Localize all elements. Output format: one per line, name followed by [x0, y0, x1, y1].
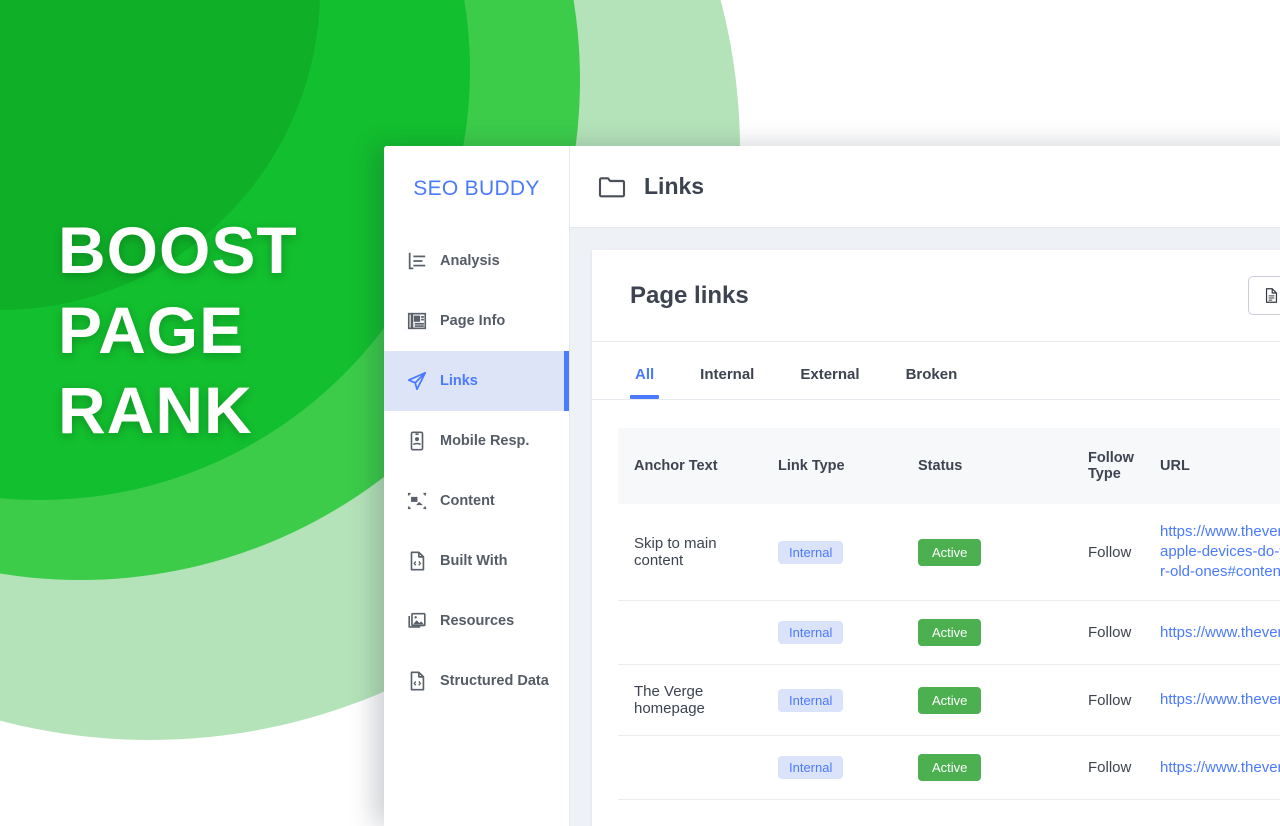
document-icon	[1263, 286, 1280, 305]
table-body: Skip to main content Internal Active Fol…	[618, 504, 1280, 800]
cell-follow-type: Follow	[1078, 600, 1150, 665]
topbar: Links	[570, 146, 1280, 228]
table-header-row: Anchor Text Link Type Status Follow Type…	[618, 428, 1280, 504]
sidebar-item-label: Built With	[440, 552, 508, 569]
table-row[interactable]: Internal Active Follow https://www.theve…	[618, 735, 1280, 800]
cell-link-type: Internal	[768, 504, 908, 601]
brand-logo: SEO BUDDY	[413, 177, 540, 200]
column-header-status[interactable]: Status	[908, 428, 1078, 504]
cell-status: Active	[908, 664, 1078, 736]
column-header-url[interactable]: URL	[1150, 428, 1280, 504]
page-title: Links	[644, 173, 705, 199]
column-header-follow-type[interactable]: Follow Type	[1078, 428, 1150, 504]
status-badge: Active	[918, 538, 982, 566]
cell-link-type: Internal	[768, 735, 908, 800]
mobile-device-icon	[406, 430, 428, 452]
code-file-icon	[406, 670, 428, 692]
cell-anchor-text: The Verge homepage	[618, 664, 768, 736]
cell-status: Active	[908, 735, 1078, 800]
table-row[interactable]: The Verge homepage Internal Active Follo…	[618, 664, 1280, 736]
content-region: Page links Download as CSV All Internal …	[570, 228, 1280, 826]
table-row[interactable]: Internal Active Follow https://www.theve…	[618, 600, 1280, 665]
tab-all[interactable]: All	[612, 342, 677, 399]
cell-follow-type: Follow	[1078, 504, 1150, 601]
link-type-badge: Internal	[778, 621, 844, 644]
resources-images-icon	[406, 610, 428, 632]
code-file-icon	[406, 550, 428, 572]
cell-link-type: Internal	[768, 600, 908, 665]
tab-broken[interactable]: Broken	[883, 342, 981, 399]
column-header-link-type[interactable]: Link Type	[768, 428, 908, 504]
sidebar-item-structured-data[interactable]: Structured Data	[384, 651, 569, 711]
folder-icon	[596, 171, 628, 203]
link-type-badge: Internal	[778, 756, 844, 779]
sidebar-item-label: Content	[440, 492, 495, 509]
sidebar-item-label: Analysis	[440, 252, 500, 269]
sidebar-item-built-with[interactable]: Built With	[384, 531, 569, 591]
sidebar: SEO BUDDY Analysis Page Info Links Mobil…	[384, 146, 570, 826]
table-row[interactable]: Skip to main content Internal Active Fol…	[618, 504, 1280, 601]
sidebar-item-label: Page Info	[440, 312, 506, 329]
promo-headline-line-2: PAGE	[58, 293, 245, 367]
status-badge: Active	[918, 619, 982, 646]
cell-status: Active	[908, 504, 1078, 601]
column-header-anchor-text[interactable]: Anchor Text	[618, 428, 768, 504]
cell-anchor-text: Skip to main content	[618, 504, 768, 601]
status-badge: Active	[918, 754, 982, 781]
cell-url[interactable]: https://www.theverge.com	[1150, 600, 1280, 665]
table-header: Anchor Text Link Type Status Follow Type…	[618, 428, 1280, 504]
content-image-icon	[406, 490, 428, 512]
sidebar-item-page-info[interactable]: Page Info	[384, 291, 569, 351]
links-send-icon	[406, 370, 428, 392]
link-type-badge: Internal	[778, 688, 844, 712]
tab-internal[interactable]: Internal	[677, 342, 777, 399]
sidebar-item-label: Structured Data	[440, 672, 549, 689]
status-badge: Active	[918, 686, 982, 714]
cell-anchor-text	[618, 600, 768, 665]
promo-headline-line-3: RANK	[58, 373, 253, 447]
link-filter-tabs: All Internal External Broken	[592, 342, 1280, 400]
link-type-badge: Internal	[778, 540, 844, 564]
cell-link-type: Internal	[768, 664, 908, 736]
cell-url[interactable]: https://www.theverge.com/youre-buying-ne…	[1150, 504, 1280, 601]
sidebar-item-resources[interactable]: Resources	[384, 591, 569, 651]
page-links-card: Page links Download as CSV All Internal …	[592, 250, 1280, 826]
promo-headline-line-1: BOOST	[58, 213, 298, 287]
sidebar-item-label: Mobile Resp.	[440, 432, 530, 449]
main-area: Links Page links Download as CSV All Int…	[570, 146, 1280, 826]
card-title: Page links	[630, 281, 749, 309]
cell-status: Active	[908, 600, 1078, 665]
app-window: SEO BUDDY Analysis Page Info Links Mobil…	[384, 146, 1280, 826]
cell-follow-type: Follow	[1078, 664, 1150, 736]
sidebar-item-content[interactable]: Content	[384, 471, 569, 531]
cell-follow-type: Follow	[1078, 735, 1150, 800]
sidebar-item-label: Links	[440, 372, 478, 389]
sidebar-item-label: Resources	[440, 612, 515, 629]
sidebar-item-analysis[interactable]: Analysis	[384, 231, 569, 291]
cell-anchor-text	[618, 735, 768, 800]
tab-external[interactable]: External	[777, 342, 882, 399]
cell-url[interactable]: https://www.theverge.com	[1150, 664, 1280, 736]
links-table-container: Anchor Text Link Type Status Follow Type…	[592, 400, 1280, 800]
download-as-csv-button[interactable]: Download as CSV	[1248, 276, 1280, 315]
sidebar-item-mobile-resp[interactable]: Mobile Resp.	[384, 411, 569, 471]
page-info-icon	[406, 310, 428, 332]
links-table: Anchor Text Link Type Status Follow Type…	[618, 428, 1280, 800]
card-header: Page links Download as CSV	[592, 250, 1280, 342]
analysis-icon	[406, 250, 428, 272]
cell-url[interactable]: https://www.theverge.com	[1150, 735, 1280, 800]
promo-headline: BOOST PAGE RANK	[58, 210, 298, 450]
sidebar-item-links[interactable]: Links	[384, 351, 569, 411]
